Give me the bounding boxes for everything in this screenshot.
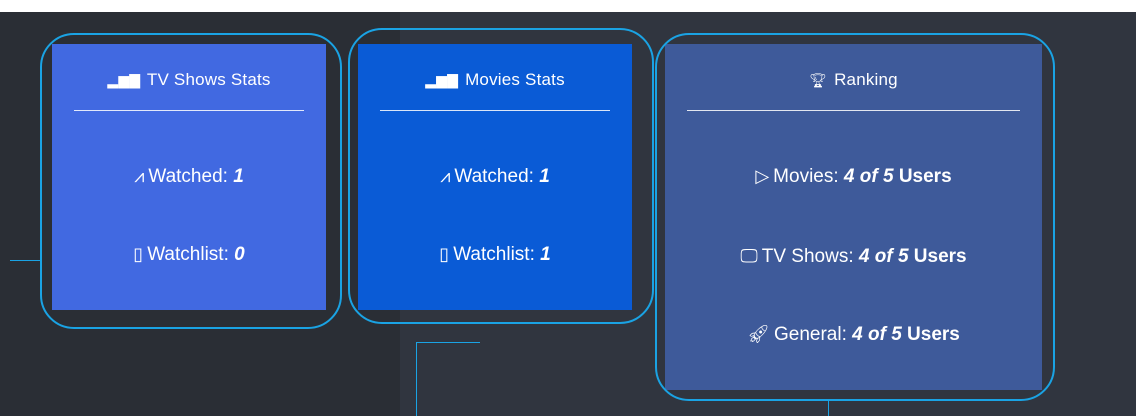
users-word: Users — [907, 324, 960, 345]
tv-watchlist-value: 0 — [234, 244, 245, 265]
divider — [380, 110, 610, 111]
users-word: Users — [898, 166, 952, 187]
ranking-movies-stat: ▷ Movies: 4 of 5 Users — [755, 166, 952, 187]
movies-watched-value: 1 — [539, 166, 550, 187]
ranking-tv-stat: 🖵 TV Shows: 4 of 5 Users — [740, 246, 967, 267]
rocket-icon: 🚀︎ — [747, 324, 770, 344]
ranking-movies-value: 4 of 5 — [843, 166, 894, 187]
connector-line — [416, 342, 417, 416]
ranking-card: 🏆︎ Ranking ▷ Movies: 4 of 5 Users 🖵 TV Sho… — [665, 44, 1042, 390]
users-word: Users — [913, 246, 967, 267]
movies-stats-title: ▂▆▇ Movies Stats — [425, 70, 565, 89]
movies-stats-card: ▂▆▇ Movies Stats ⩘ Watched: 1 ▯ Watchlist:… — [358, 44, 632, 310]
activity-icon: ⩘ — [134, 166, 145, 186]
bar-chart-icon: ▂▆▇ — [425, 72, 459, 88]
bar-chart-icon: ▂▆▇ — [107, 72, 141, 88]
ranking-title: 🏆︎ Ranking — [809, 70, 898, 89]
connector-line — [828, 401, 829, 416]
monitor-icon: 🖵 — [740, 246, 758, 266]
ranking-tv-value: 4 of 5 — [858, 246, 909, 267]
tv-watched-value: 1 — [233, 166, 244, 187]
tv-shows-stats-title: ▂▆▇ TV Shows Stats — [107, 70, 271, 89]
play-icon: ▷ — [755, 166, 770, 186]
divider — [687, 110, 1020, 111]
movies-watchlist-value: 1 — [540, 244, 551, 265]
ranking-general-value: 4 of 5 — [852, 324, 902, 345]
trophy-icon: 🏆︎ — [809, 72, 828, 88]
divider — [74, 110, 304, 111]
bookmark-book-icon: ▯ — [439, 244, 450, 264]
connector-line — [416, 342, 480, 343]
activity-icon: ⩘ — [440, 166, 451, 186]
tv-watched-stat: ⩘ Watched: 1 — [134, 166, 244, 187]
movies-watchlist-stat: ▯ Watchlist: 1 — [439, 244, 551, 265]
bookmark-book-icon: ▯ — [133, 244, 144, 264]
connector-line — [10, 260, 40, 261]
ranking-general-stat: 🚀︎ General: 4 of 5 Users — [747, 324, 960, 345]
tv-shows-stats-card: ▂▆▇ TV Shows Stats ⩘ Watched: 1 ▯ Watchlis… — [52, 44, 326, 310]
movies-watched-stat: ⩘ Watched: 1 — [440, 166, 550, 187]
tv-watchlist-stat: ▯ Watchlist: 0 — [133, 244, 245, 265]
